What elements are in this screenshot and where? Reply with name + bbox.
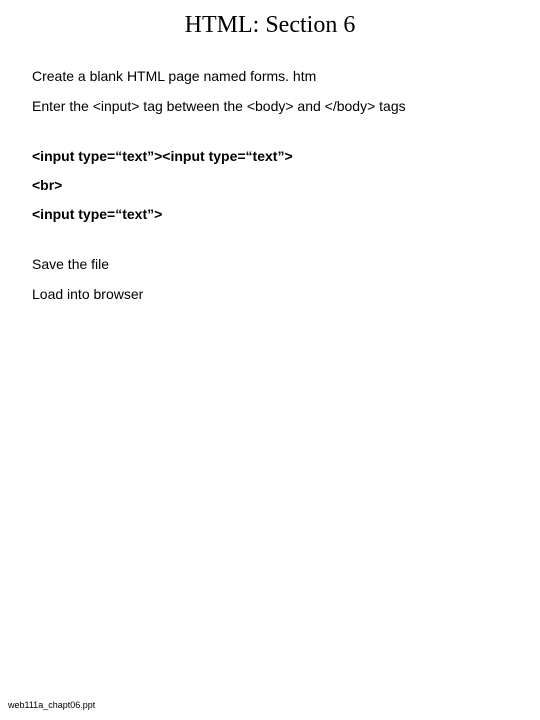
outro-line-1: Save the file bbox=[32, 255, 520, 275]
outro-block: Save the file Load into browser bbox=[32, 255, 520, 304]
code-line-3: <input type=“text”> bbox=[32, 204, 520, 225]
intro-line-2: Enter the <input> tag between the <body>… bbox=[32, 97, 520, 117]
code-line-2: <br> bbox=[32, 175, 520, 196]
code-block: <input type=“text”><input type=“text”> <… bbox=[32, 146, 520, 225]
page-title: HTML: Section 6 bbox=[0, 0, 540, 67]
code-line-1: <input type=“text”><input type=“text”> bbox=[32, 146, 520, 167]
intro-block: Create a blank HTML page named forms. ht… bbox=[32, 67, 520, 116]
slide-content: Create a blank HTML page named forms. ht… bbox=[0, 67, 540, 304]
outro-line-2: Load into browser bbox=[32, 285, 520, 305]
intro-line-1: Create a blank HTML page named forms. ht… bbox=[32, 67, 520, 87]
footer-filename: web111a_chapt06.ppt bbox=[8, 700, 95, 710]
